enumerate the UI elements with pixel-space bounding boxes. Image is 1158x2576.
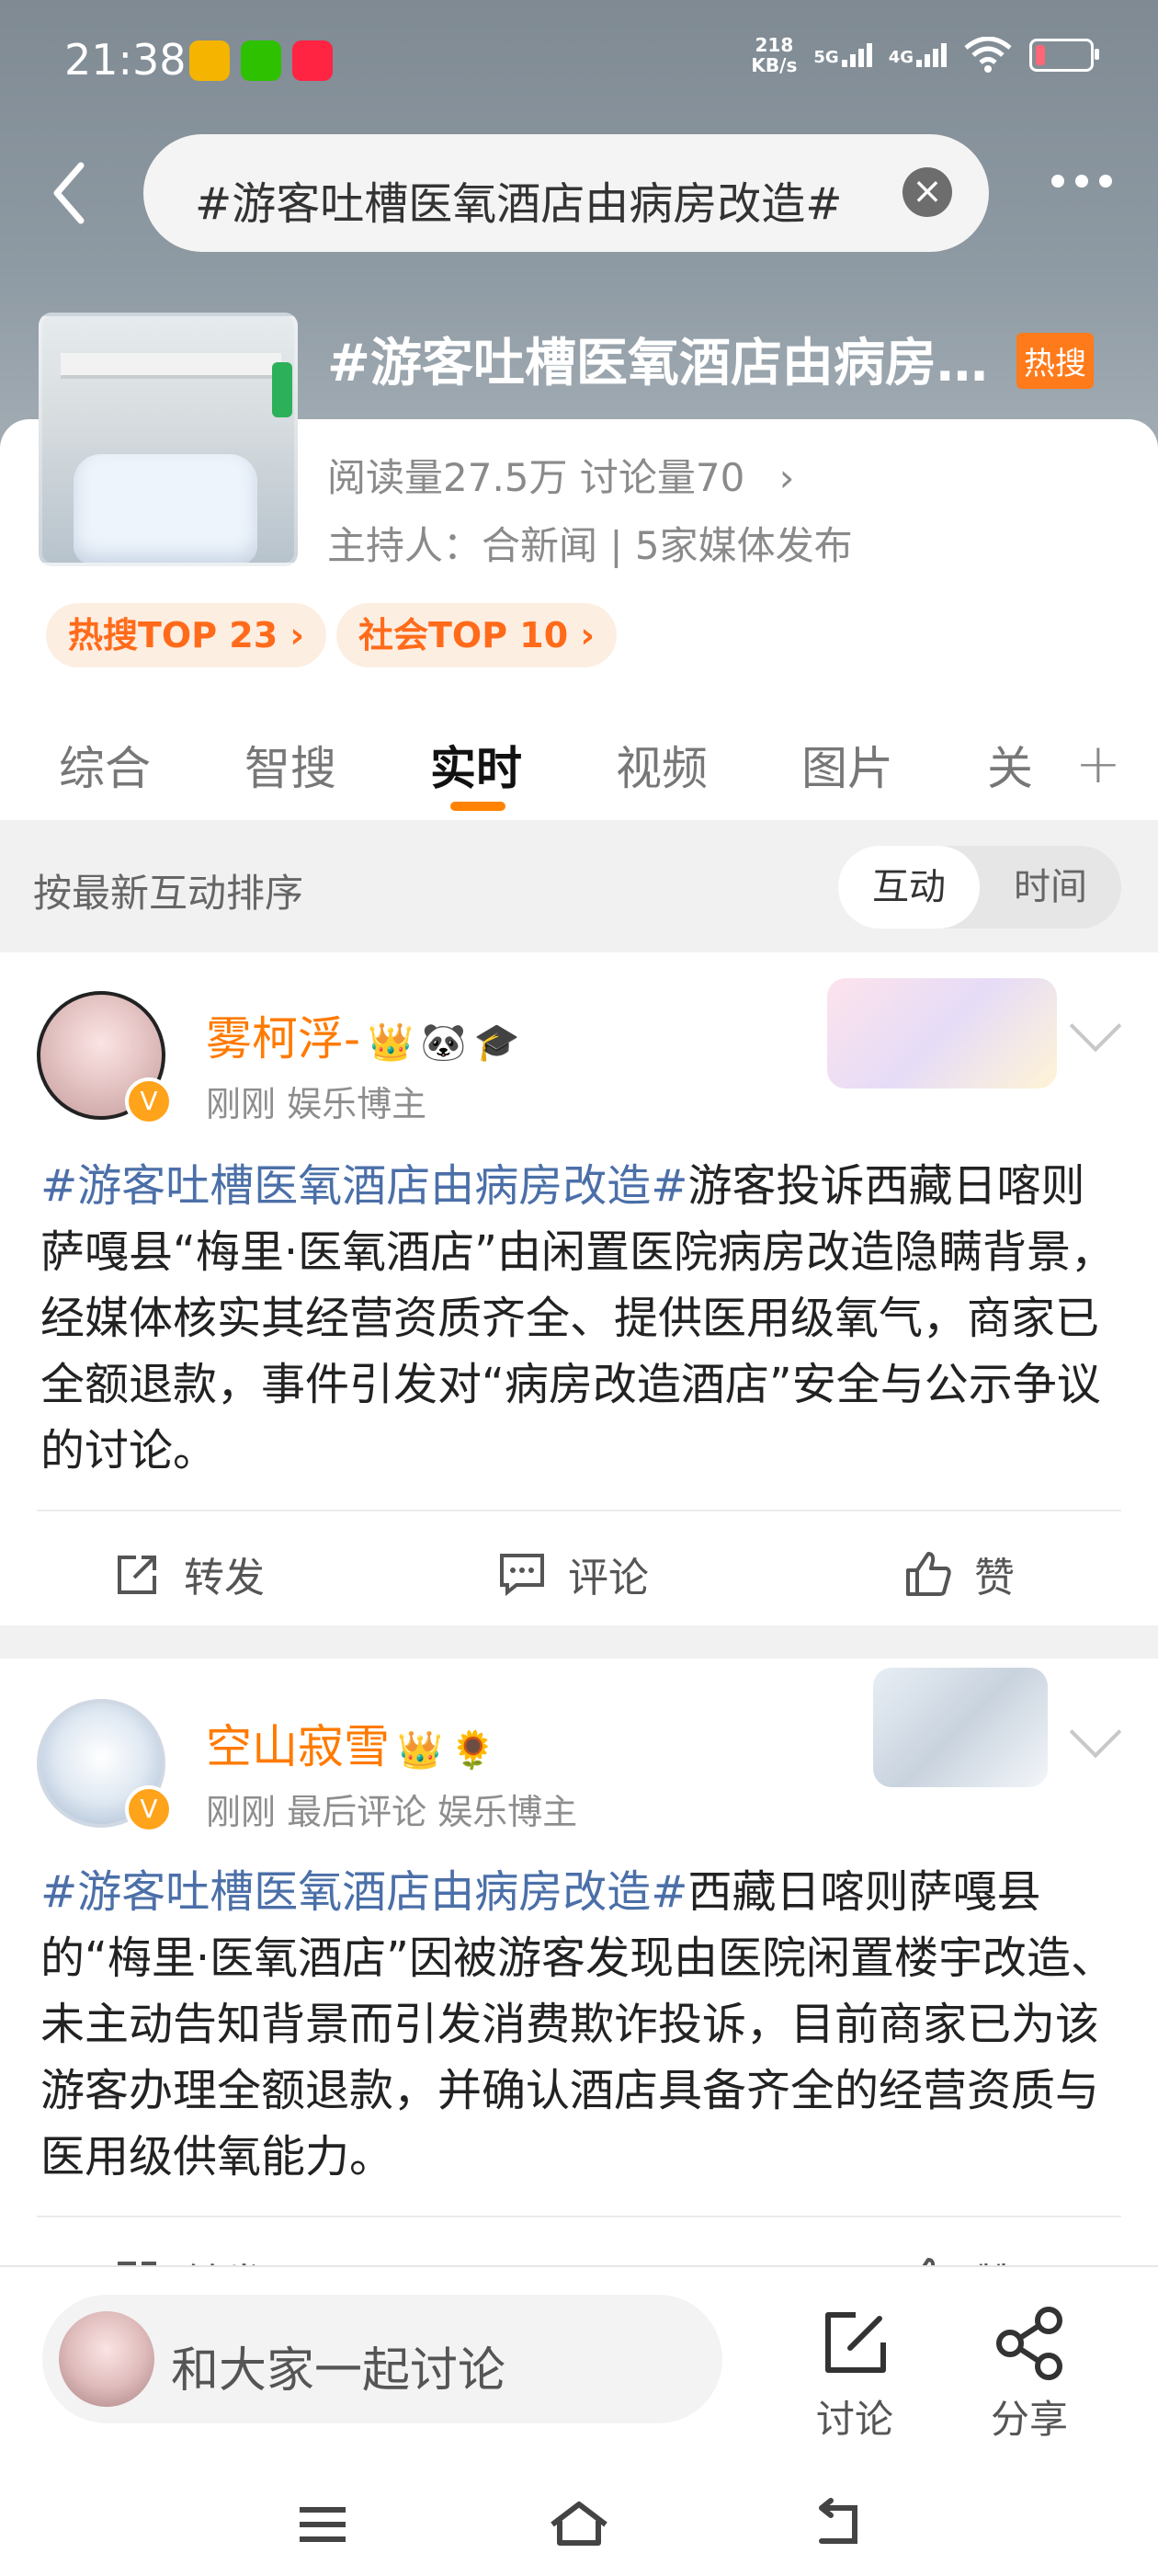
discuss-button[interactable]: 讨论 (800, 2304, 910, 2445)
card-decoration (873, 1668, 1048, 1787)
post-meta: 刚刚 娱乐博主 (206, 1084, 427, 1124)
topic-title: #游客吐槽医氧酒店由病房改造# (327, 334, 1007, 393)
topic-stats[interactable]: 阅读量27.5万 讨论量70 › (327, 447, 794, 503)
sort-toggle: 互动 时间 (838, 846, 1121, 929)
tab-images[interactable]: 图片 (801, 732, 893, 798)
signal-5g-icon: 5G (813, 43, 872, 67)
like-button[interactable]: 赞 (903, 1544, 1015, 1603)
back-arrow-icon[interactable] (46, 156, 92, 230)
tab-video[interactable]: 视频 (616, 732, 708, 798)
post-username[interactable]: 空山寂雪 👑 🌻 (206, 1710, 496, 1776)
verified-badge-icon: V (125, 1785, 173, 1833)
comment-button[interactable]: 评论 (496, 1544, 649, 1603)
compose-placeholder: 和大家一起讨论 (171, 2343, 506, 2399)
signal-4g-icon: 4G (889, 43, 947, 67)
crown-icon: 👑 (368, 1021, 414, 1064)
hot-search-rank-pill[interactable]: 热搜TOP 23 › (46, 603, 327, 667)
menu-icon[interactable] (290, 2497, 355, 2552)
sort-option-interaction[interactable]: 互动 (838, 846, 980, 929)
verified-badge-icon: V (125, 1077, 173, 1125)
post-card[interactable]: V 雾柯浮- 👑 🐼 🎓 刚刚 娱乐博主 #游客吐槽医氧酒店由病房改造#游客投诉西藏日… (0, 952, 1158, 1625)
post-username[interactable]: 雾柯浮- 👑 🐼 🎓 (206, 1002, 519, 1068)
add-tab-icon[interactable]: + (1075, 732, 1121, 796)
wechat-notification-icon (241, 40, 281, 81)
comment-icon (500, 1554, 544, 1597)
crown-icon: 👑 (397, 1729, 443, 1772)
chevron-right-icon: › (778, 455, 795, 500)
topic-image[interactable] (39, 313, 298, 566)
wifi-icon (964, 37, 1012, 73)
post-meta: 刚刚 最后评论 娱乐博主 (206, 1792, 578, 1832)
share-icon (996, 2307, 1062, 2380)
topic-host: 主持人：合新闻 | 5家媒体发布 (327, 523, 853, 568)
sort-label: 按最新互动排序 (33, 871, 304, 916)
post-text: #游客吐槽医氧酒店由病房改造#游客投诉西藏日喀则萨嘎县“梅里·医氧酒店”由闲置医… (40, 1160, 1115, 1476)
card-decoration (827, 978, 1057, 1089)
post-text: #游客吐槽医氧酒店由病房改造#西藏日喀则萨嘎县的“梅里·医氧酒店”因被游客发现由… (40, 1866, 1115, 2183)
chevron-down-icon[interactable] (1069, 1705, 1122, 1759)
panda-icon: 🐼 (420, 1021, 467, 1064)
tab-realtime[interactable]: 实时 (430, 732, 522, 798)
sort-option-time[interactable]: 时间 (980, 846, 1121, 929)
xiaohongshu-notification-icon (292, 40, 333, 81)
tab-comprehensive[interactable]: 综合 (59, 732, 151, 798)
user-avatar (59, 2311, 154, 2407)
graduation-cap-icon: 🎓 (473, 1021, 520, 1064)
thumbs-up-icon (906, 1552, 951, 1596)
repost-icon (118, 1556, 156, 1594)
hot-badge: 热搜 (1016, 333, 1094, 389)
edit-icon (825, 2312, 886, 2373)
battery-icon (1029, 39, 1099, 72)
status-bar: 21:38 218 KB/s 5G 4G (0, 0, 1158, 120)
status-icons: 218 KB/s 5G 4G (751, 34, 1099, 76)
net-speed: 218 KB/s (751, 34, 798, 76)
society-rank-pill[interactable]: 社会TOP 10 › (336, 603, 618, 667)
post-actions: 转发 评论 赞 (0, 1511, 1158, 1631)
sort-bar: 按最新互动排序 互动 时间 (0, 820, 1158, 952)
system-nav-bar (0, 2475, 1158, 2576)
status-time: 21:38 (64, 35, 187, 85)
clear-icon[interactable]: × (903, 167, 952, 217)
weibo-notification-icon (189, 40, 230, 81)
active-tab-indicator (450, 802, 505, 811)
bottom-bar: 和大家一起讨论 讨论 分享 (0, 2265, 1158, 2576)
repost-button[interactable]: 转发 (112, 1544, 265, 1603)
home-icon[interactable] (547, 2497, 611, 2552)
search-input[interactable]: #游客吐槽医氧酒店由病房改造# × (143, 134, 989, 252)
tab-bar: 综合 智搜 实时 视频 图片 关 + (0, 713, 1158, 820)
share-button[interactable]: 分享 (974, 2304, 1084, 2445)
compose-input[interactable]: 和大家一起讨论 (42, 2295, 722, 2423)
back-nav-icon[interactable] (805, 2497, 869, 2552)
tab-follow[interactable]: 关 (987, 732, 1033, 798)
sunflower-icon: 🌻 (449, 1729, 496, 1772)
tab-smart-search[interactable]: 智搜 (244, 732, 336, 798)
topic-tag[interactable]: #游客吐槽医氧酒店由病房改造# (40, 1866, 687, 1918)
search-query: #游客吐槽医氧酒店由病房改造# (195, 178, 843, 230)
post-card[interactable]: V 空山寂雪 👑 🌻 刚刚 最后评论 娱乐博主 #游客吐槽医氧酒店由病房改造#西藏日… (0, 1658, 1158, 2308)
topic-tag[interactable]: #游客吐槽医氧酒店由病房改造# (40, 1160, 687, 1212)
more-icon[interactable] (1051, 175, 1112, 188)
chevron-down-icon[interactable] (1069, 999, 1122, 1053)
